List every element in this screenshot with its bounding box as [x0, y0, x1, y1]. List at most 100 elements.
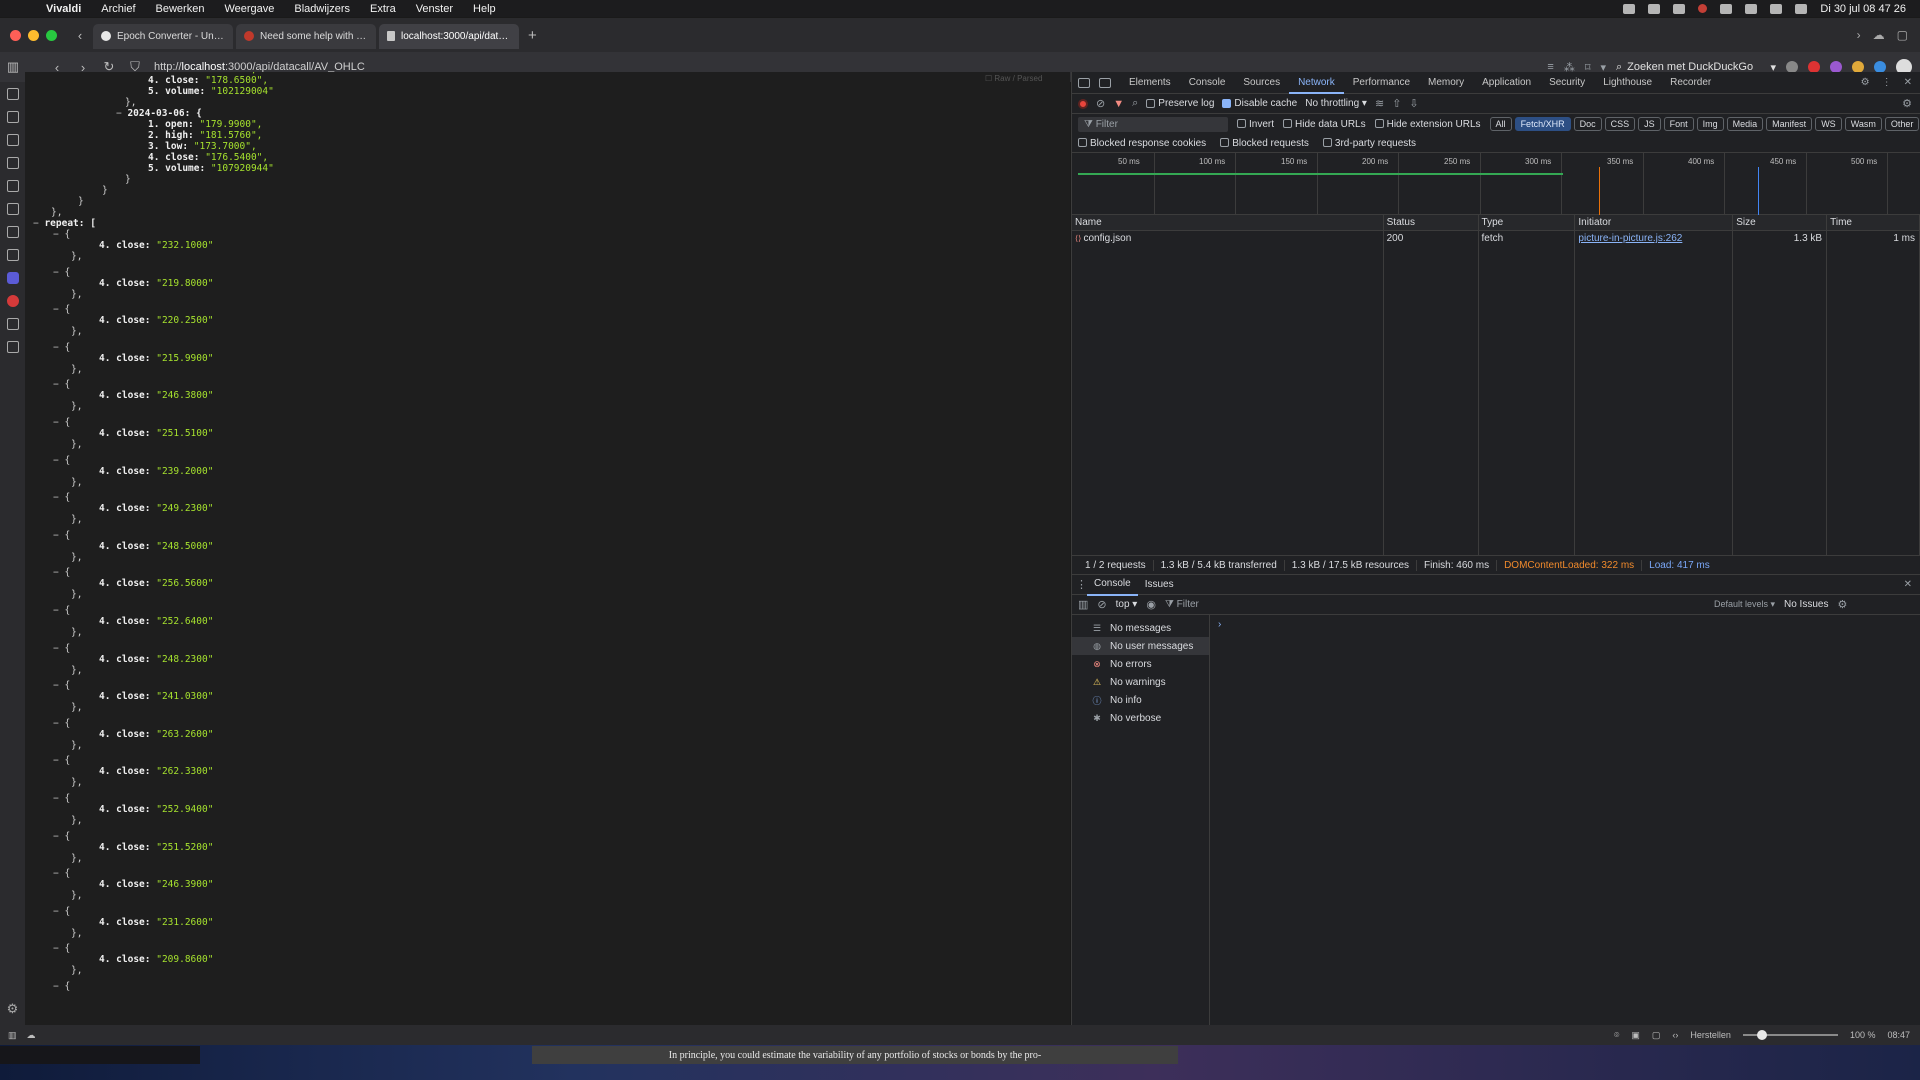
type-filter-js[interactable]: JS — [1638, 117, 1661, 131]
status-icon[interactable] — [1623, 3, 1636, 14]
blocked-requests-checkbox[interactable]: Blocked requests — [1220, 138, 1309, 149]
clear-console-icon[interactable]: ⊘ — [1097, 598, 1106, 611]
console-filter-user[interactable]: ◍ No user messages — [1072, 637, 1209, 655]
context-select[interactable]: top ▾ — [1116, 599, 1138, 610]
panel-toggle-icon[interactable]: ▥ — [8, 1030, 17, 1041]
panel-toggle-icon[interactable]: ▥ — [0, 59, 26, 75]
reading-list-icon[interactable] — [6, 111, 19, 123]
record-button[interactable] — [1078, 98, 1088, 109]
menu-help[interactable]: Help — [463, 3, 506, 15]
preserve-log-checkbox[interactable]: Preserve log — [1146, 98, 1214, 109]
type-filter-img[interactable]: Img — [1696, 117, 1724, 131]
menu-archief[interactable]: Archief — [91, 3, 145, 15]
type-filter-ws[interactable]: WS — [1815, 117, 1842, 131]
mastodon-icon[interactable] — [6, 272, 19, 284]
zoom-window-button[interactable] — [46, 29, 57, 41]
filter-input[interactable]: ⧩ Filter — [1078, 116, 1228, 132]
clear-icon[interactable]: ⊘ — [1096, 97, 1105, 110]
app-icon[interactable] — [1673, 3, 1686, 14]
menu-vivaldi[interactable]: Vivaldi — [36, 3, 91, 15]
tab-back-icon[interactable]: ‹ — [67, 28, 93, 43]
menu-bewerken[interactable]: Bewerken — [146, 3, 215, 15]
network-overview-timeline[interactable]: 50 ms 100 ms 150 ms 200 ms 250 ms 300 ms 350 m… — [1072, 153, 1920, 215]
chevron-right-icon[interactable]: › — [1857, 28, 1861, 42]
throttling-select[interactable]: No throttling ▾ — [1305, 98, 1367, 109]
column-header-time[interactable]: Time — [1827, 215, 1920, 230]
column-header-initiator[interactable]: Initiator — [1575, 215, 1734, 230]
invert-checkbox[interactable]: Invert — [1237, 119, 1274, 130]
console-filter-bug[interactable]: ✱ No verbose — [1072, 709, 1209, 727]
drawer-tab-issues[interactable]: Issues — [1138, 575, 1181, 595]
tab-recorder[interactable]: Recorder — [1661, 72, 1720, 94]
cell-initiator[interactable]: picture-in-picture.js:262 — [1575, 231, 1734, 247]
tab-lighthouse[interactable]: Lighthouse — [1594, 72, 1661, 94]
export-har-icon[interactable]: ⇩ — [1409, 97, 1418, 110]
column-header-name[interactable]: Name — [1072, 215, 1384, 230]
filter-icon[interactable]: ▼ — [1113, 98, 1124, 110]
wifi-icon[interactable] — [1720, 3, 1733, 14]
disable-cache-checkbox[interactable]: Disable cache — [1222, 98, 1297, 109]
close-icon[interactable]: ✕ — [1904, 579, 1920, 590]
chat-icon[interactable] — [6, 249, 19, 261]
sync-status-icon[interactable]: ☁ — [27, 1030, 36, 1041]
issues-counter[interactable]: No Issues — [1784, 599, 1828, 610]
history-icon[interactable] — [6, 157, 19, 169]
menu-extra[interactable]: Extra — [360, 3, 406, 15]
table-row[interactable]: ⟨⟩ config.json 200 fetch picture-in-picture… — [1072, 231, 1920, 247]
search-icon[interactable] — [1770, 3, 1783, 14]
search-icon[interactable]: ⌕ — [1132, 97, 1138, 110]
tab-application[interactable]: Application — [1473, 72, 1540, 94]
console-filter-input[interactable]: ⧩ Filter — [1165, 599, 1705, 610]
notes-icon[interactable] — [6, 180, 19, 192]
type-filter-wasm[interactable]: Wasm — [1844, 117, 1882, 131]
type-filter-fetch-xhr[interactable]: Fetch/XHR — [1514, 117, 1571, 131]
type-filter-manifest[interactable]: Manifest — [1766, 117, 1813, 131]
tab-epoch-converter[interactable]: Epoch Converter - Unix Tim — [93, 23, 233, 49]
network-conditions-icon[interactable]: ≋ — [1375, 97, 1384, 110]
console-filter-info[interactable]: ⓘ No info — [1072, 691, 1209, 709]
more-icon[interactable]: ⋮ — [1076, 578, 1087, 591]
translate-icon[interactable] — [6, 203, 19, 215]
eye-icon[interactable]: ◉ — [1146, 598, 1156, 611]
tab-console[interactable]: Console — [1180, 72, 1235, 94]
column-header-size[interactable]: Size — [1733, 215, 1828, 230]
bookmarks-icon[interactable] — [6, 88, 19, 100]
raw-parsed-toggle[interactable]: ☐ Raw / Parsed — [985, 74, 1042, 83]
image-icon[interactable]: ▣ — [1631, 1030, 1640, 1041]
console-filter-warning[interactable]: ⚠ No warnings — [1072, 673, 1209, 691]
import-har-icon[interactable]: ⇧ — [1392, 97, 1401, 110]
type-filter-all[interactable]: All — [1489, 117, 1512, 131]
control-center-icon[interactable] — [1795, 3, 1808, 14]
menu-weergave[interactable]: Weergave — [214, 3, 284, 15]
third-party-requests-checkbox[interactable]: 3rd-party requests — [1322, 138, 1416, 149]
log-levels-select[interactable]: Default levels ▾ — [1714, 599, 1775, 610]
column-header-type[interactable]: Type — [1479, 215, 1576, 230]
device-toolbar-icon[interactable] — [1099, 77, 1111, 88]
minimize-window-button[interactable] — [28, 29, 39, 41]
gear-icon[interactable]: ⚙ — [1861, 77, 1870, 88]
zoom-slider-handle[interactable] — [1756, 1030, 1767, 1040]
window-icon[interactable] — [6, 226, 19, 238]
hide-data-urls-checkbox[interactable]: Hide data URLs — [1283, 119, 1366, 130]
menubar-clock[interactable]: Di 30 jul 08 47 26 — [1820, 3, 1906, 15]
wikipedia-icon[interactable] — [6, 318, 19, 330]
inspect-icon[interactable] — [1078, 77, 1090, 88]
tab-security[interactable]: Security — [1540, 72, 1594, 94]
console-prompt-icon[interactable]: › — [1218, 619, 1221, 630]
trash-icon[interactable]: ▢ — [1897, 28, 1908, 42]
tab-memory[interactable]: Memory — [1419, 72, 1473, 94]
menu-bladwijzers[interactable]: Bladwijzers — [284, 3, 360, 15]
settings-icon[interactable]: ⚙ — [1902, 97, 1920, 110]
zoom-slider[interactable] — [1742, 1030, 1838, 1040]
new-tab-button[interactable]: + — [522, 27, 543, 44]
tab-performance[interactable]: Performance — [1344, 72, 1419, 94]
display-icon[interactable] — [1745, 3, 1758, 14]
drawer-tab-console[interactable]: Console — [1087, 574, 1138, 596]
more-icon[interactable]: ⋮ — [1882, 77, 1892, 88]
capture-icon[interactable]: ⌾ — [1614, 1030, 1619, 1041]
downloads-icon[interactable] — [6, 134, 19, 146]
sync-icon[interactable]: ☁ — [1873, 28, 1885, 42]
settings-icon[interactable]: ⚙ — [1837, 598, 1853, 611]
vivaldi-icon[interactable] — [6, 295, 19, 307]
close-window-button[interactable] — [10, 29, 21, 41]
